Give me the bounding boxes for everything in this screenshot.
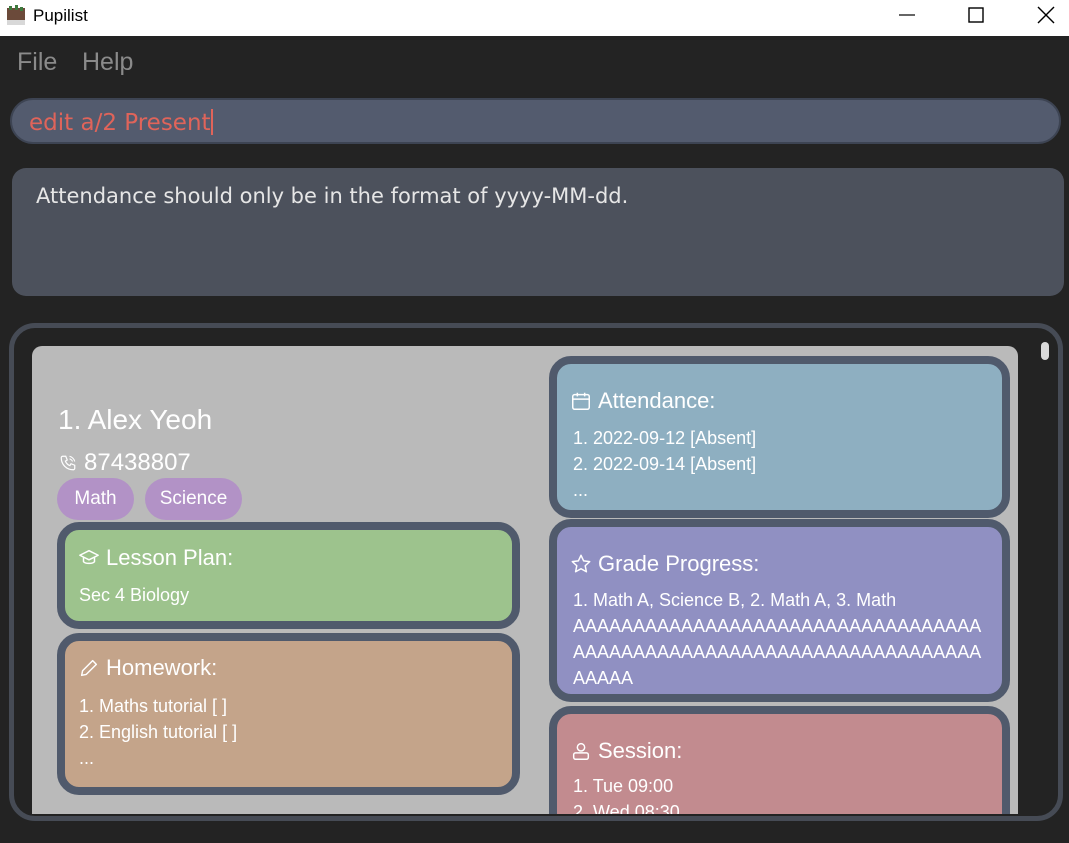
minimize-icon: [899, 14, 915, 16]
attendance-item: 1. 2022-09-12 [Absent]: [573, 428, 757, 448]
session-item: 2. Wed 08:30: [573, 802, 680, 814]
attendance-card: Attendance: 1. 2022-09-12 [Absent] 2. 20…: [549, 356, 1010, 518]
attendance-more: ...: [573, 480, 589, 500]
maximize-button[interactable]: [953, 0, 999, 30]
homework-card: Homework: 1. Maths tutorial [ ] 2. Engli…: [57, 633, 520, 795]
close-button[interactable]: [1023, 0, 1069, 30]
grade-progress-line: AAAAAAAAAAAAAAAAAAAAAAAAAAAAAAAAAAAAAAAA…: [573, 616, 982, 688]
homework-item: 1. Maths tutorial [ ]: [79, 696, 228, 716]
person-name: 1. Alex Yeoh: [58, 404, 213, 435]
tag-math: Math: [57, 478, 134, 520]
phone-icon: [60, 455, 76, 471]
grade-progress-title: Grade Progress:: [598, 551, 760, 576]
minimize-button[interactable]: [884, 0, 930, 30]
lesson-plan-card: Lesson Plan: Sec 4 Biology: [57, 522, 520, 629]
maximize-icon: [968, 7, 984, 23]
close-icon: [1037, 6, 1055, 24]
homework-more: ...: [79, 748, 95, 768]
lesson-plan-value: Sec 4 Biology: [79, 585, 190, 605]
lesson-plan-title: Lesson Plan:: [106, 545, 234, 570]
session-title: Session:: [598, 738, 683, 763]
person-icon: [570, 740, 592, 762]
pencil-icon: [78, 657, 100, 679]
menu-bar: File Help: [0, 36, 1069, 90]
command-input[interactable]: edit a/2 Present: [10, 98, 1061, 144]
calendar-icon: [570, 390, 592, 412]
result-display[interactable]: Attendance should only be in the format …: [12, 168, 1064, 296]
phone-number: 87438807: [84, 449, 191, 476]
attendance-title: Attendance:: [598, 388, 716, 413]
person-list-viewport: 1. Alex Yeoh 87438807 Math Science Lesso…: [32, 346, 1018, 814]
tag-science: Science: [145, 478, 242, 520]
star-icon: [570, 553, 592, 575]
text-caret: [210, 109, 213, 135]
result-message: Attendance should only be in the format …: [36, 184, 629, 208]
homework-title: Homework:: [106, 655, 218, 680]
window-title: Pupilist: [33, 6, 88, 25]
command-input-text: edit a/2 Present: [29, 110, 211, 136]
attendance-item: 2. 2022-09-14 [Absent]: [573, 454, 757, 474]
grade-progress-line: 1. Math A, Science B, 2. Math A, 3. Math: [573, 590, 897, 610]
graduation-cap-icon: [78, 547, 100, 569]
menu-help[interactable]: Help: [82, 48, 133, 77]
title-bar: Pupilist: [0, 0, 1069, 36]
session-card: Session: 1. Tue 09:00 2. Wed 08:30: [549, 706, 1010, 814]
person-card[interactable]: 1. Alex Yeoh 87438807 Math Science Lesso…: [32, 346, 1018, 814]
scrollbar-thumb[interactable]: [1041, 342, 1049, 360]
session-item: 1. Tue 09:00: [573, 776, 674, 796]
pupilist-logo-icon: [7, 5, 25, 25]
grade-progress-card: Grade Progress: 1. Math A, Science B, 2.…: [549, 519, 1010, 702]
menu-file[interactable]: File: [17, 48, 57, 77]
homework-item: 2. English tutorial [ ]: [79, 722, 238, 742]
phone-row: 87438807: [59, 449, 191, 477]
